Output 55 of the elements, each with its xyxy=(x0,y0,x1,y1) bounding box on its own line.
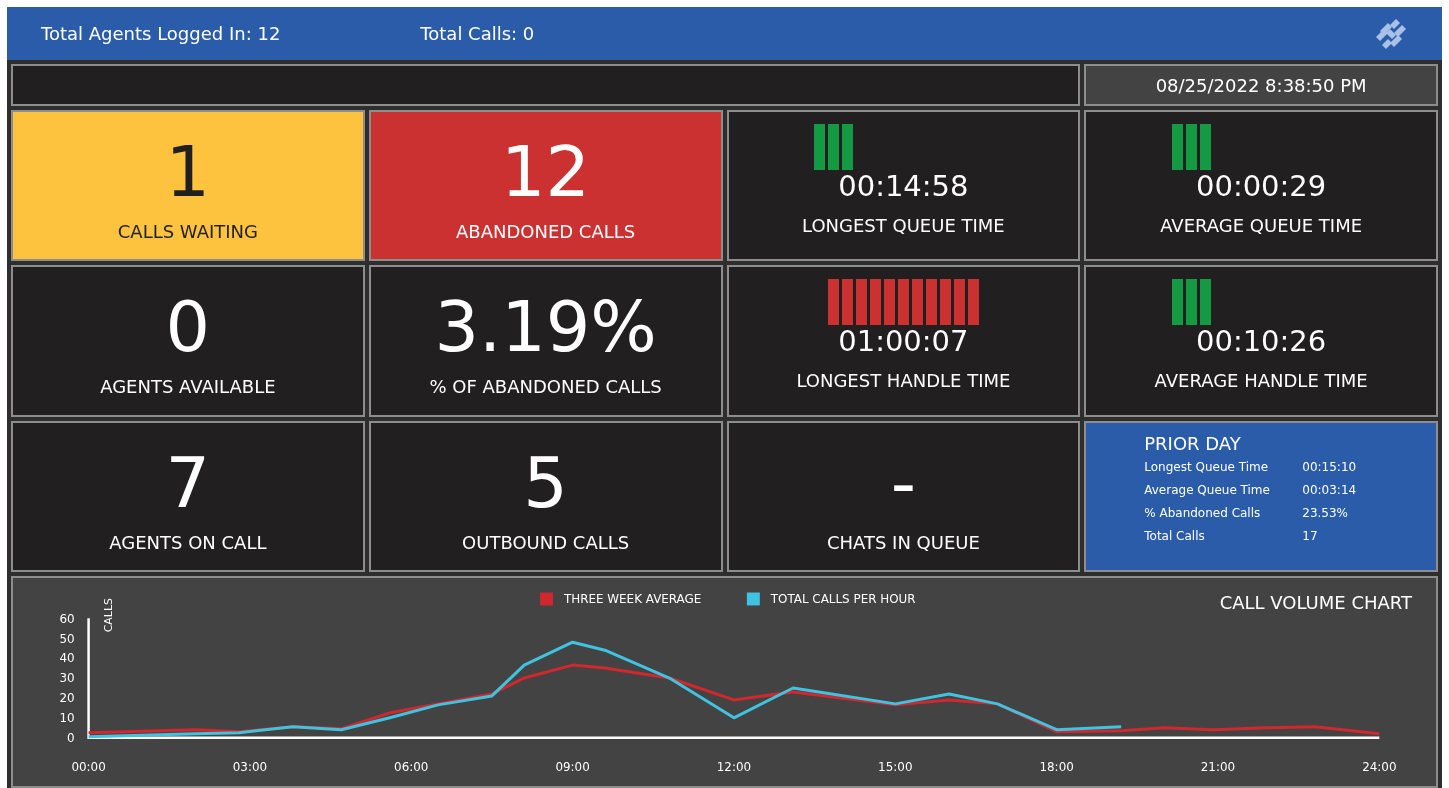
y-tick-label: 10 xyxy=(59,711,75,726)
y-axis-label: CALLS xyxy=(102,598,116,633)
x-tick-label: 24:00 xyxy=(1362,760,1397,775)
summary-value: 00:03:14 xyxy=(1302,482,1357,497)
summary-value: 00:15:10 xyxy=(1302,459,1357,474)
stat-value: 0 xyxy=(165,292,211,363)
timer-label: AVERAGE HANDLE TIME xyxy=(1154,370,1368,392)
timer-label: LONGEST HANDLE TIME xyxy=(796,370,1011,392)
y-tick-label: 0 xyxy=(67,730,75,745)
y-tick-label: 40 xyxy=(59,651,75,666)
panel-title: PRIOR DAY xyxy=(1144,432,1241,454)
timer-value: 01:00:07 xyxy=(838,327,969,357)
y-tick-label: 50 xyxy=(59,631,75,646)
x-tick-label: 12:00 xyxy=(716,760,752,775)
timer-label: AVERAGE QUEUE TIME xyxy=(1160,215,1363,236)
legend-label: THREE WEEK AVERAGE xyxy=(563,592,702,607)
stat-value: 7 xyxy=(165,447,211,518)
x-tick-label: 06:00 xyxy=(394,760,429,775)
timer-value: 00:10:26 xyxy=(1196,327,1327,357)
y-tick-label: 20 xyxy=(59,691,75,706)
stat-label: AGENTS AVAILABLE xyxy=(100,376,276,398)
total-calls-text: Total Calls: 0 xyxy=(420,23,535,44)
stat-label: CALLS WAITING xyxy=(117,221,258,243)
stat-value: - xyxy=(890,447,916,518)
stat-value: 3.19% xyxy=(434,292,657,363)
timer-label: LONGEST QUEUE TIME xyxy=(802,215,1005,236)
stat-label: AGENTS ON CALL xyxy=(109,531,267,553)
stat-label: CHATS IN QUEUE xyxy=(826,531,980,553)
woven-logo-icon xyxy=(1374,16,1408,51)
stat-label: ABANDONED CALLS xyxy=(456,221,636,243)
summary-label: % Abandoned Calls xyxy=(1144,505,1262,520)
timer-value: 00:14:58 xyxy=(838,172,969,201)
date-time-text: 08/25/2022 8:38:50 PM xyxy=(1155,74,1367,96)
timer-value: 00:00:29 xyxy=(1196,172,1327,201)
x-tick-label: 15:00 xyxy=(878,760,913,775)
stat-value: 5 xyxy=(523,447,568,518)
chart-title: CALL VOLUME CHART xyxy=(1219,592,1412,613)
x-tick-label: 00:00 xyxy=(71,760,106,775)
legend-label: TOTAL CALLS PER HOUR xyxy=(770,592,916,607)
x-tick-label: 21:00 xyxy=(1200,760,1236,775)
summary-label: Average Queue Time xyxy=(1144,482,1271,497)
agents-logged-in-text: Total Agents Logged In: 12 xyxy=(41,23,281,44)
y-tick-label: 30 xyxy=(59,671,75,686)
summary-value: 17 xyxy=(1302,528,1318,543)
stat-label: OUTBOUND CALLS xyxy=(462,531,630,553)
stat-value: 12 xyxy=(501,137,591,208)
y-tick-label: 60 xyxy=(59,611,75,626)
stat-value: 1 xyxy=(165,137,211,208)
summary-value: 23.53% xyxy=(1302,505,1348,520)
summary-label: Longest Queue Time xyxy=(1144,459,1270,474)
x-tick-label: 03:00 xyxy=(232,760,268,775)
x-tick-label: 18:00 xyxy=(1039,760,1074,775)
x-tick-label: 09:00 xyxy=(555,760,590,775)
summary-label: Total Calls xyxy=(1144,528,1206,543)
stat-label: % OF ABANDONED CALLS xyxy=(429,376,662,398)
